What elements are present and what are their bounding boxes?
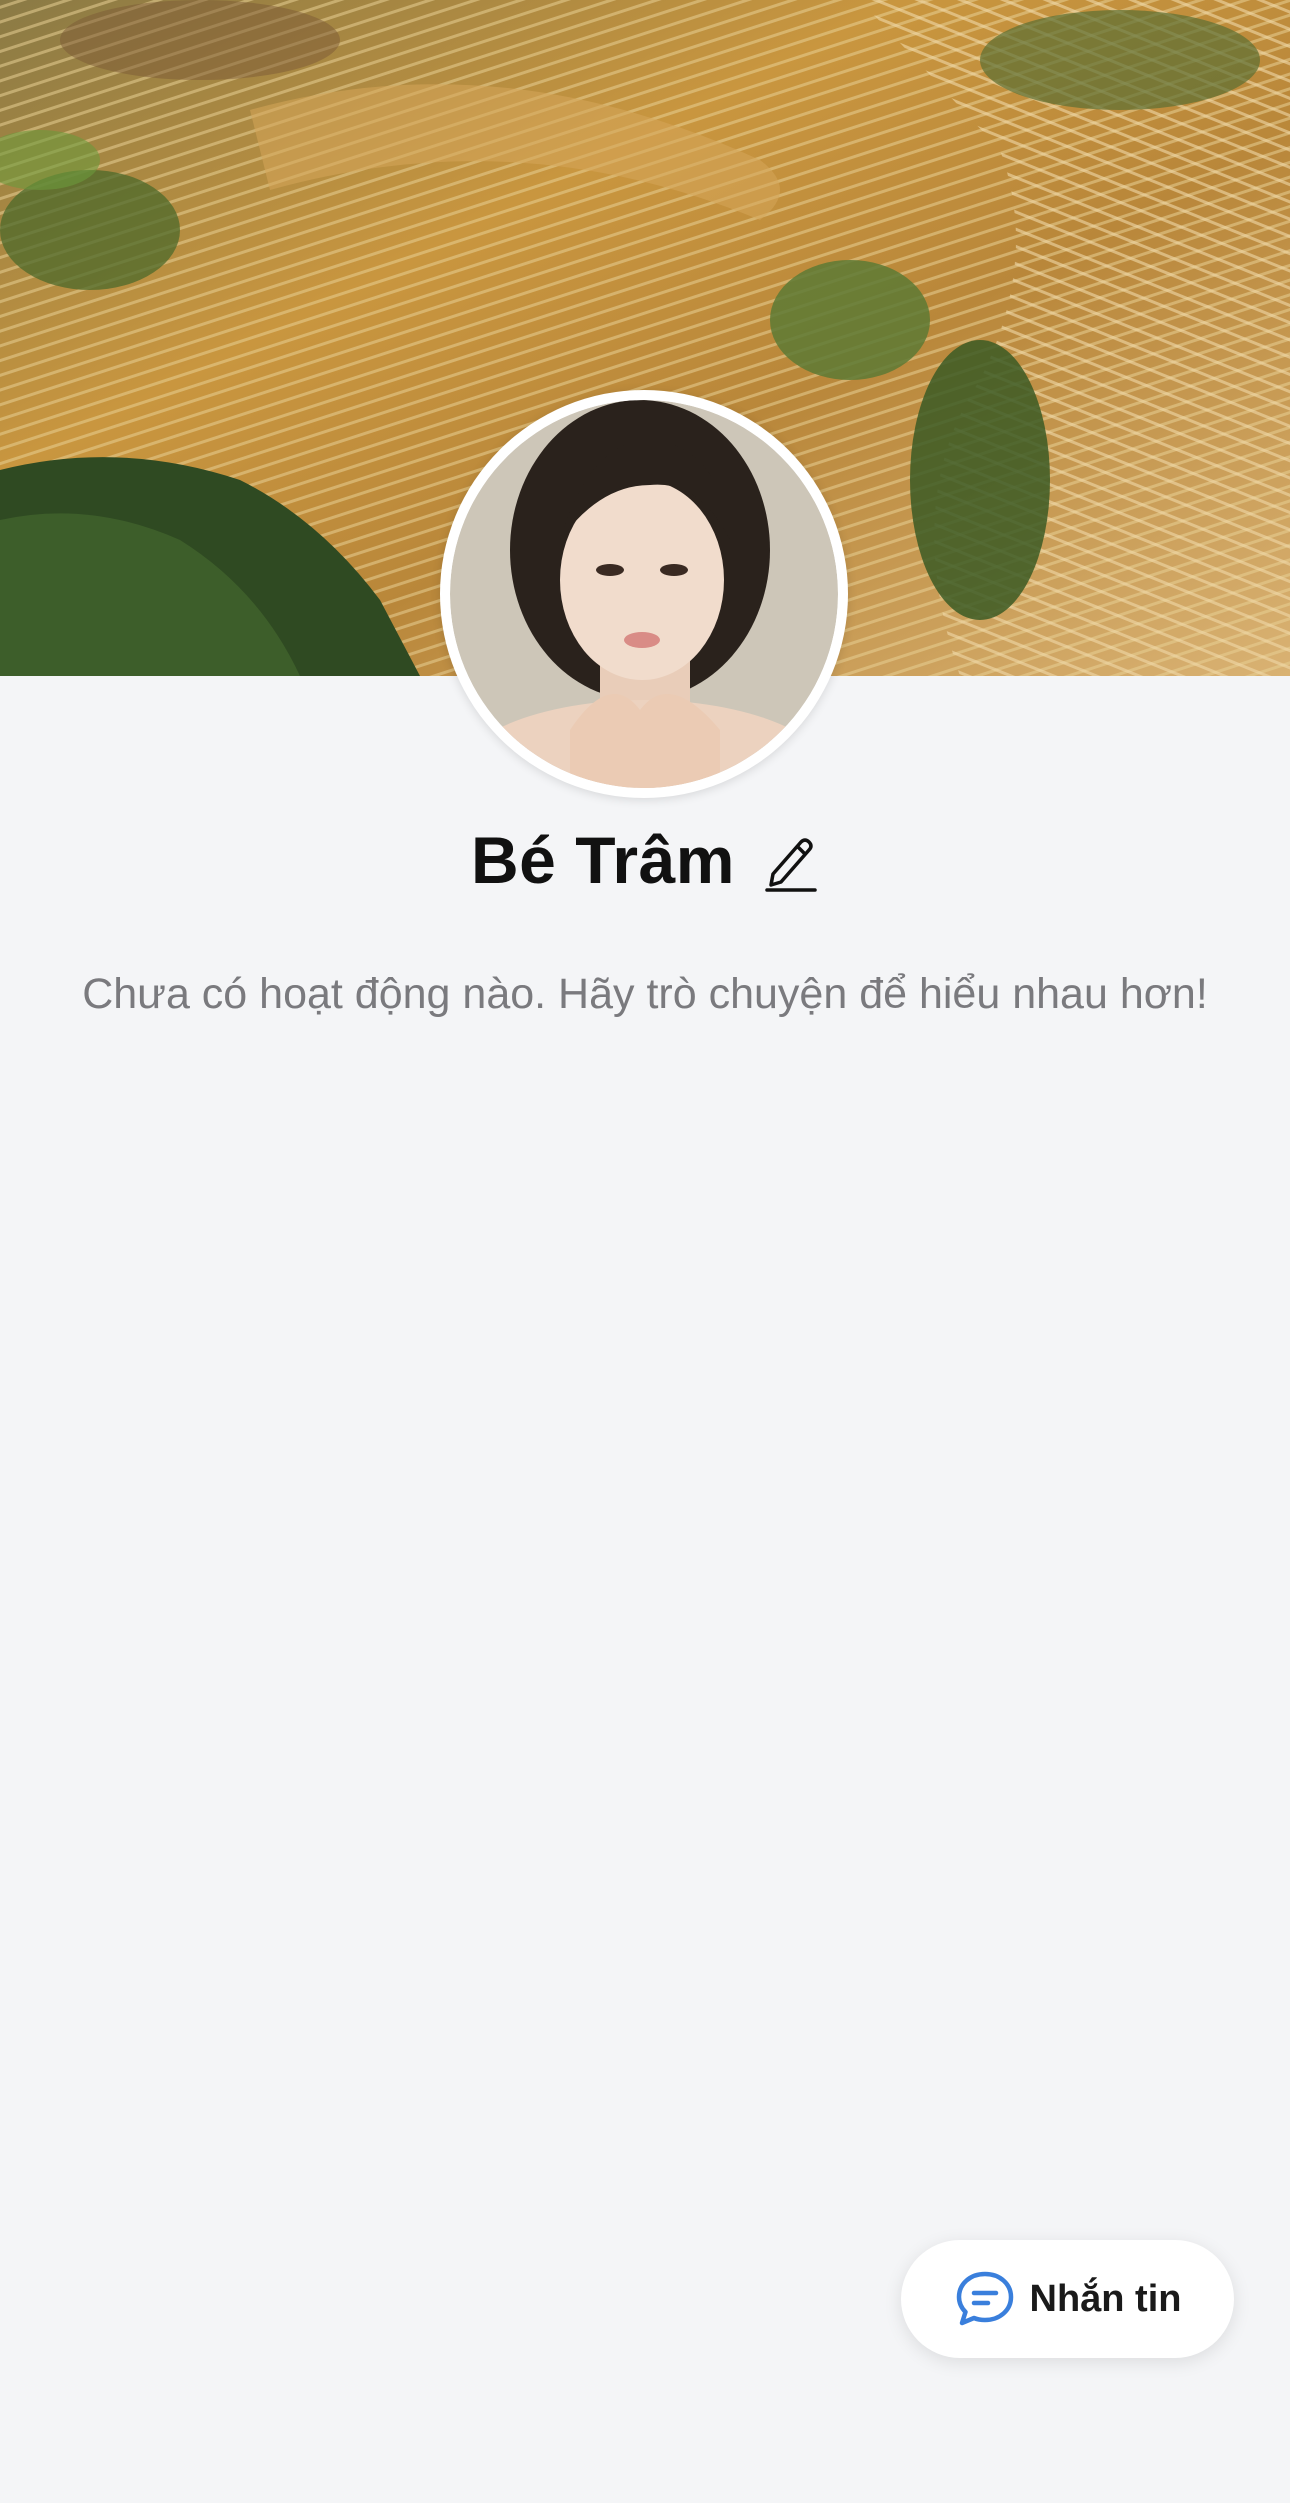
profile-name: Bé Trâm	[471, 823, 735, 897]
chat-bubble-icon	[956, 2271, 1013, 2326]
profile-name-row: Bé Trâm	[0, 815, 1290, 905]
message-button[interactable]: Nhắn tin	[901, 2240, 1234, 2358]
message-button-label: Nhắn tin	[1029, 2277, 1182, 2320]
avatar[interactable]	[440, 390, 848, 798]
empty-activity-message: Chưa có hoạt động nào. Hãy trò chuyện để…	[82, 970, 1208, 1018]
pencil-icon[interactable]	[763, 828, 819, 892]
avatar-image	[450, 400, 838, 788]
